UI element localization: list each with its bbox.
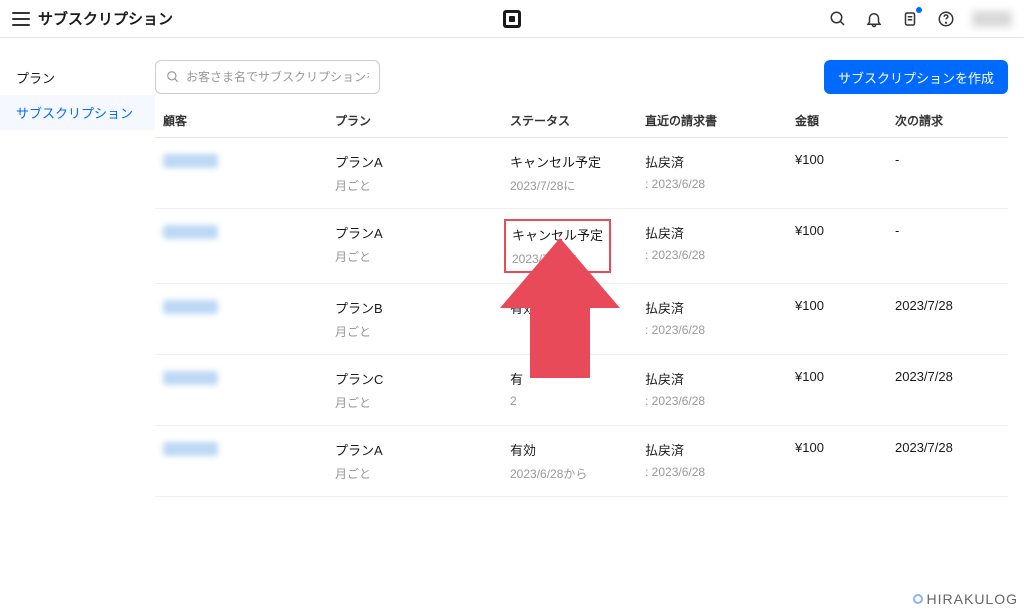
subscriptions-table: 顧客 プラン ステータス 直近の請求書 金額 次の請求 プランA 月ごと キャン… xyxy=(155,112,1008,497)
plan-name: プランB xyxy=(335,298,510,317)
plan-interval: 月ごと xyxy=(335,323,510,340)
square-logo-icon[interactable] xyxy=(503,10,521,28)
watermark: HIRAKULOG xyxy=(913,591,1018,607)
status-label: 有効 xyxy=(510,298,645,317)
invoice-status: 払戻済 xyxy=(645,369,795,388)
next-bill: 2023/7/28 xyxy=(895,298,1008,340)
next-bill: - xyxy=(895,152,1008,194)
amount: ¥100 xyxy=(795,152,895,194)
notification-dot-icon xyxy=(916,7,922,13)
invoice-date: : 2023/6/28 xyxy=(645,465,795,479)
sidebar-item-plan[interactable]: プラン xyxy=(0,60,155,95)
search-input[interactable] xyxy=(186,70,369,84)
invoice-status: 払戻済 xyxy=(645,440,795,459)
customer-name-blur xyxy=(163,371,218,385)
invoice-date: : 2023/6/28 xyxy=(645,323,795,337)
amount: ¥100 xyxy=(795,298,895,340)
page-title: サブスクリプション xyxy=(38,8,173,29)
main-content: サブスクリプションを作成 顧客 プラン ステータス 直近の請求書 金額 次の請求… xyxy=(155,38,1024,611)
status-label: 有効 xyxy=(510,440,645,459)
next-bill: 2023/7/28 xyxy=(895,369,1008,411)
amount: ¥100 xyxy=(795,223,895,269)
plan-interval: 月ごと xyxy=(335,177,510,194)
app-header: サブスクリプション xyxy=(0,0,1024,38)
th-plan: プラン xyxy=(335,112,510,129)
bell-icon[interactable] xyxy=(864,9,884,29)
watermark-icon xyxy=(913,594,923,604)
customer-name-blur xyxy=(163,225,218,239)
amount: ¥100 xyxy=(795,369,895,411)
customer-name-blur xyxy=(163,154,218,168)
invoice-status: 払戻済 xyxy=(645,298,795,317)
status-label: キャンセル予定 xyxy=(510,152,645,171)
status-label: キャンセル予定 xyxy=(512,225,603,244)
clipboard-icon[interactable] xyxy=(900,9,920,29)
table-row[interactable]: プランA 月ごと キャンセル予定 2023/7/28に 払戻済 : 2023/6… xyxy=(155,209,1008,284)
th-amount: 金額 xyxy=(795,112,895,129)
next-bill: - xyxy=(895,223,1008,269)
next-bill: 2023/7/28 xyxy=(895,440,1008,482)
plan-name: プランA xyxy=(335,440,510,459)
invoice-date: : 2023/6/28 xyxy=(645,394,795,408)
invoice-status: 払戻済 xyxy=(645,152,795,171)
th-customer: 顧客 xyxy=(155,112,335,129)
table-row[interactable]: プランC 月ごと 有 2 払戻済 : 2023/6/28 ¥100 2023/7… xyxy=(155,355,1008,426)
table-row[interactable]: プランA 月ごと 有効 2023/6/28から 払戻済 : 2023/6/28 … xyxy=(155,426,1008,497)
watermark-text: HIRAKULOG xyxy=(927,591,1018,607)
status-date: 2023/7/28に xyxy=(510,177,645,194)
status-date: 2023/7/28に xyxy=(512,250,603,267)
invoice-date: : 2023/6/28 xyxy=(645,177,795,191)
avatar[interactable] xyxy=(972,11,1012,27)
plan-interval: 月ごと xyxy=(335,394,510,411)
invoice-status: 払戻済 xyxy=(645,223,795,242)
help-icon[interactable] xyxy=(936,9,956,29)
status-label: 有 xyxy=(510,369,645,388)
plan-name: プランA xyxy=(335,223,510,242)
search-input-wrapper[interactable] xyxy=(155,60,380,94)
highlight-annotation: キャンセル予定 2023/7/28に xyxy=(504,219,611,273)
th-status: ステータス xyxy=(510,112,645,129)
menu-icon[interactable] xyxy=(12,12,30,26)
table-row[interactable]: プランB 月ごと 有効 払戻済 : 2023/6/28 ¥100 2023/7/… xyxy=(155,284,1008,355)
amount: ¥100 xyxy=(795,440,895,482)
table-header: 顧客 プラン ステータス 直近の請求書 金額 次の請求 xyxy=(155,112,1008,138)
th-invoice: 直近の請求書 xyxy=(645,112,795,129)
table-row[interactable]: プランA 月ごと キャンセル予定 2023/7/28に 払戻済 : 2023/6… xyxy=(155,138,1008,209)
sidebar-item-subscriptions[interactable]: サブスクリプション xyxy=(0,95,155,130)
sidebar: プラン サブスクリプション xyxy=(0,38,155,611)
plan-interval: 月ごと xyxy=(335,465,510,482)
search-icon[interactable] xyxy=(828,9,848,29)
search-input-icon xyxy=(166,70,180,84)
customer-name-blur xyxy=(163,442,218,456)
plan-interval: 月ごと xyxy=(335,248,510,265)
create-subscription-button[interactable]: サブスクリプションを作成 xyxy=(824,60,1008,94)
plan-name: プランA xyxy=(335,152,510,171)
status-date: 2 xyxy=(510,394,645,408)
plan-name: プランC xyxy=(335,369,510,388)
th-next: 次の請求 xyxy=(895,112,1008,129)
invoice-date: : 2023/6/28 xyxy=(645,248,795,262)
customer-name-blur xyxy=(163,300,218,314)
status-date: 2023/6/28から xyxy=(510,465,645,482)
